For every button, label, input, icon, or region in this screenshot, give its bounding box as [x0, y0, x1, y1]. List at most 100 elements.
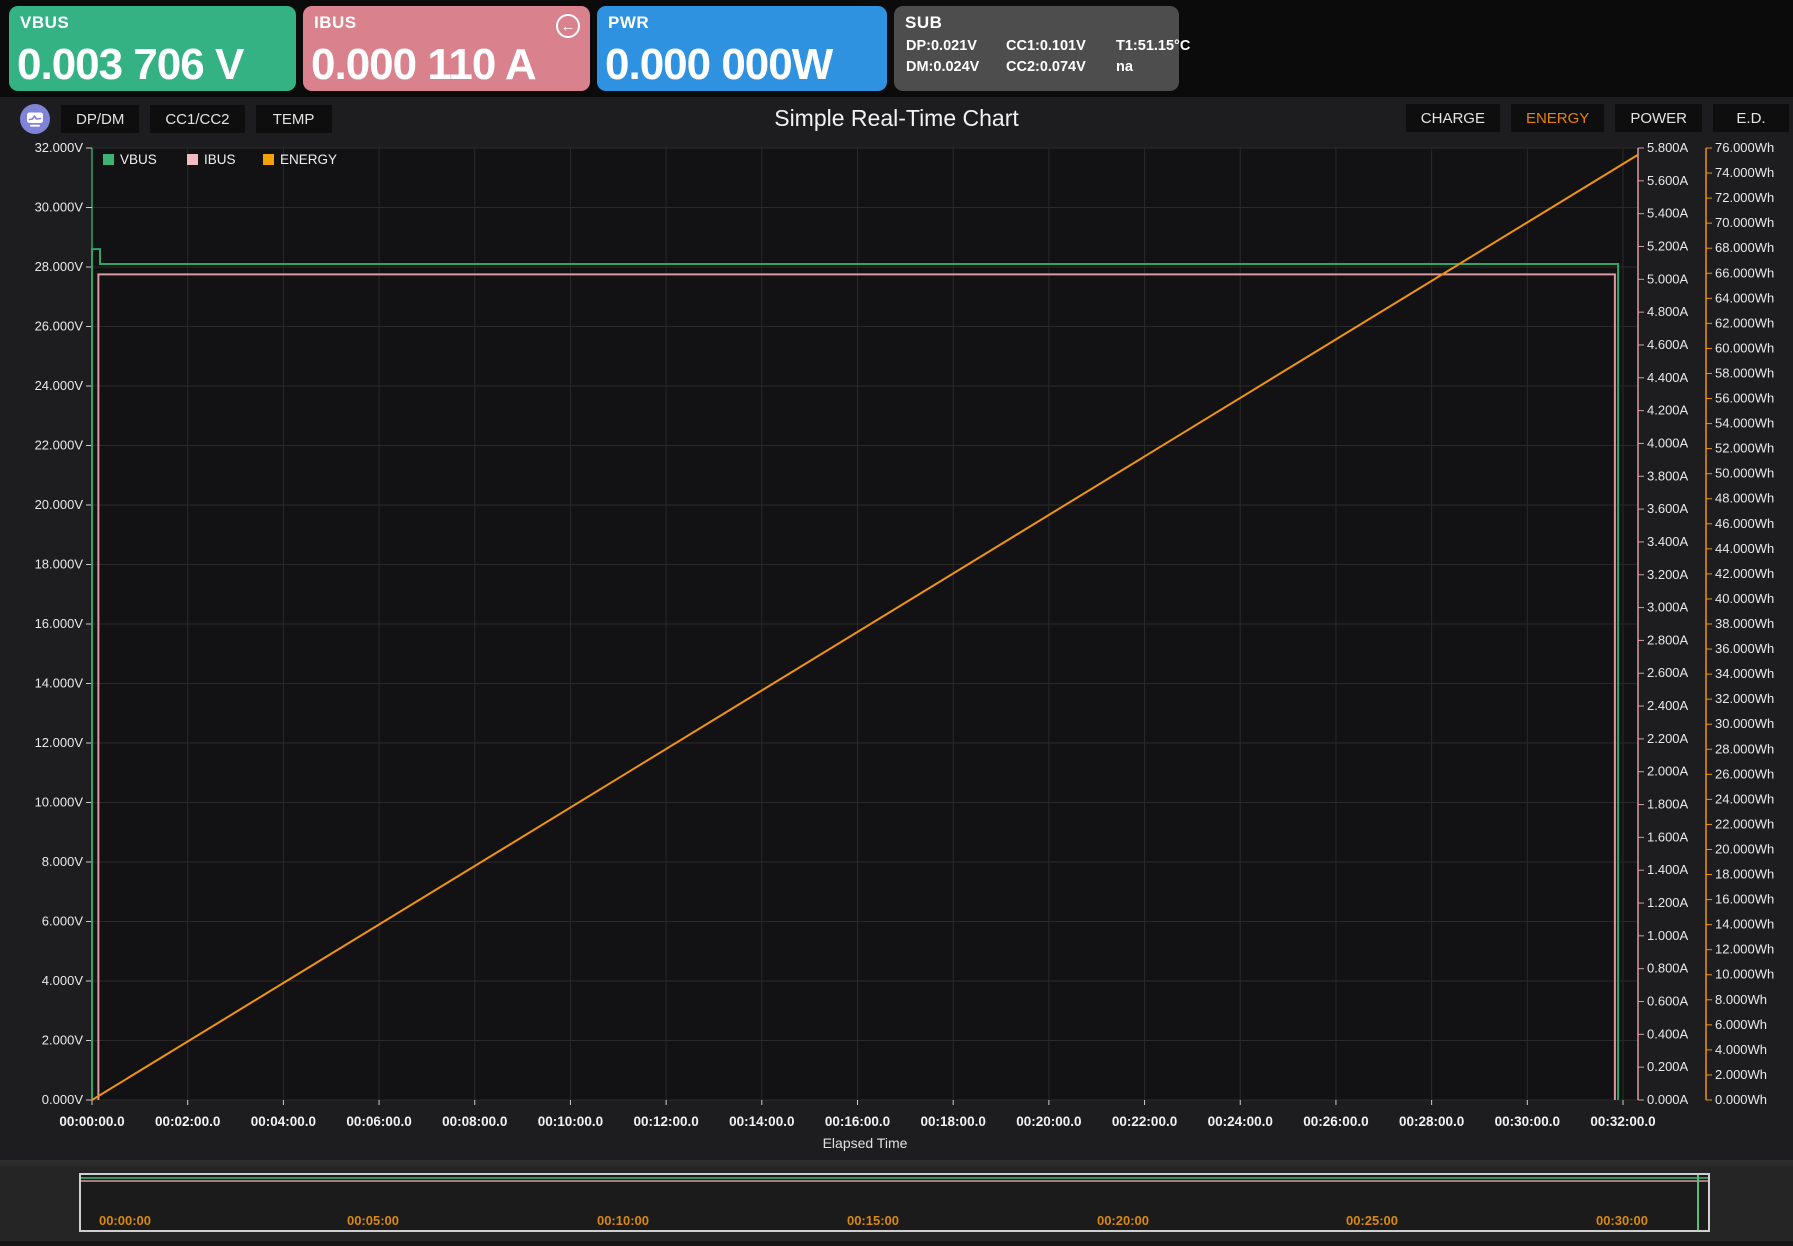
- svg-text:5.200A: 5.200A: [1647, 238, 1689, 253]
- svg-text:3.000A: 3.000A: [1647, 600, 1689, 615]
- tab-ed[interactable]: E.D.: [1713, 104, 1789, 132]
- svg-text:40.000Wh: 40.000Wh: [1715, 591, 1774, 606]
- pwr-panel: PWR 0.000 000W: [597, 6, 887, 91]
- minimap-ibus-trace: [81, 1180, 1708, 1182]
- svg-text:0.800A: 0.800A: [1647, 961, 1689, 976]
- svg-text:60.000Wh: 60.000Wh: [1715, 340, 1774, 355]
- svg-text:68.000Wh: 68.000Wh: [1715, 240, 1774, 255]
- svg-text:1.400A: 1.400A: [1647, 862, 1689, 877]
- svg-text:24.000V: 24.000V: [35, 378, 84, 393]
- timeline-minimap[interactable]: 00:00:0000:05:0000:10:0000:15:0000:20:00…: [79, 1173, 1710, 1232]
- svg-text:4.000A: 4.000A: [1647, 435, 1689, 450]
- svg-text:50.000Wh: 50.000Wh: [1715, 466, 1774, 481]
- sub-cc2: CC2:0.074V: [1006, 59, 1116, 75]
- svg-text:2.000A: 2.000A: [1647, 764, 1689, 779]
- svg-text:00:10:00.0: 00:10:00.0: [538, 1114, 603, 1129]
- svg-text:00:00:00.0: 00:00:00.0: [59, 1114, 124, 1129]
- svg-text:0.000A: 0.000A: [1647, 1092, 1689, 1107]
- svg-text:4.600A: 4.600A: [1647, 337, 1689, 352]
- svg-text:6.000Wh: 6.000Wh: [1715, 1017, 1767, 1032]
- svg-text:2.400A: 2.400A: [1647, 698, 1689, 713]
- svg-text:5.800A: 5.800A: [1647, 140, 1689, 155]
- svg-text:44.000Wh: 44.000Wh: [1715, 541, 1774, 556]
- svg-text:0.000Wh: 0.000Wh: [1715, 1092, 1767, 1107]
- svg-text:00:14:00.0: 00:14:00.0: [729, 1114, 794, 1129]
- svg-text:1.000A: 1.000A: [1647, 928, 1689, 943]
- tab-cc1cc2[interactable]: CC1/CC2: [150, 105, 244, 133]
- tab-temp[interactable]: TEMP: [256, 105, 332, 133]
- minimap-time-label: 00:30:00: [1596, 1213, 1648, 1228]
- minimap-time-label: 00:05:00: [347, 1213, 399, 1228]
- svg-text:76.000Wh: 76.000Wh: [1715, 140, 1774, 155]
- tab-charge[interactable]: CHARGE: [1406, 104, 1500, 132]
- minimap-band: 00:00:0000:05:0000:10:0000:15:0000:20:00…: [0, 1160, 1793, 1241]
- svg-text:4.200A: 4.200A: [1647, 403, 1689, 418]
- svg-text:0.200A: 0.200A: [1647, 1059, 1689, 1074]
- svg-text:66.000Wh: 66.000Wh: [1715, 265, 1774, 280]
- minimap-cursor[interactable]: [1697, 1175, 1699, 1230]
- tab-power[interactable]: POWER: [1615, 104, 1702, 132]
- svg-text:20.000V: 20.000V: [35, 497, 84, 512]
- toolbar: DP/DM CC1/CC2 TEMP Simple Real-Time Char…: [0, 97, 1793, 140]
- svg-text:2.800A: 2.800A: [1647, 632, 1689, 647]
- svg-text:62.000Wh: 62.000Wh: [1715, 315, 1774, 330]
- ibus-label: IBUS: [314, 13, 357, 33]
- svg-text:00:02:00.0: 00:02:00.0: [155, 1114, 220, 1129]
- minimap-time-label: 00:10:00: [597, 1213, 649, 1228]
- svg-text:00:22:00.0: 00:22:00.0: [1112, 1114, 1177, 1129]
- svg-text:4.000Wh: 4.000Wh: [1715, 1042, 1767, 1057]
- svg-text:54.000Wh: 54.000Wh: [1715, 416, 1774, 431]
- svg-text:18.000V: 18.000V: [35, 557, 84, 572]
- vbus-value: 0.003 706 V: [17, 40, 243, 90]
- svg-text:IBUS: IBUS: [204, 152, 236, 167]
- svg-text:2.000V: 2.000V: [42, 1033, 84, 1048]
- tab-energy[interactable]: ENERGY: [1511, 104, 1604, 132]
- svg-text:0.600A: 0.600A: [1647, 994, 1689, 1009]
- svg-text:14.000V: 14.000V: [35, 676, 84, 691]
- svg-text:3.200A: 3.200A: [1647, 567, 1689, 582]
- svg-text:00:26:00.0: 00:26:00.0: [1303, 1114, 1368, 1129]
- back-arrow-icon[interactable]: ←: [556, 14, 580, 38]
- svg-text:00:28:00.0: 00:28:00.0: [1399, 1114, 1464, 1129]
- svg-text:4.800A: 4.800A: [1647, 304, 1689, 319]
- svg-text:0.000V: 0.000V: [42, 1092, 84, 1107]
- tab-dpdm[interactable]: DP/DM: [61, 105, 139, 133]
- svg-text:6.000V: 6.000V: [42, 914, 84, 929]
- sub-cc1: CC1:0.101V: [1006, 38, 1116, 54]
- svg-text:10.000Wh: 10.000Wh: [1715, 967, 1774, 982]
- sub-dp: DP:0.021V: [906, 38, 1006, 54]
- svg-text:00:12:00.0: 00:12:00.0: [633, 1114, 698, 1129]
- svg-text:00:30:00.0: 00:30:00.0: [1495, 1114, 1560, 1129]
- sub-t2: na: [1116, 59, 1206, 75]
- svg-text:30.000Wh: 30.000Wh: [1715, 716, 1774, 731]
- realtime-chart[interactable]: 32.000V30.000V28.000V26.000V24.000V22.00…: [0, 140, 1793, 1160]
- svg-text:12.000Wh: 12.000Wh: [1715, 942, 1774, 957]
- svg-text:32.000Wh: 32.000Wh: [1715, 691, 1774, 706]
- chart-canvas[interactable]: 32.000V30.000V28.000V26.000V24.000V22.00…: [0, 140, 1793, 1160]
- sub-t1: T1:51.15°C: [1116, 38, 1206, 54]
- svg-text:52.000Wh: 52.000Wh: [1715, 441, 1774, 456]
- pwr-label: PWR: [608, 13, 649, 33]
- svg-text:00:06:00.0: 00:06:00.0: [346, 1114, 411, 1129]
- svg-text:5.000A: 5.000A: [1647, 271, 1689, 286]
- svg-text:28.000Wh: 28.000Wh: [1715, 741, 1774, 756]
- svg-text:12.000V: 12.000V: [35, 735, 84, 750]
- svg-text:56.000Wh: 56.000Wh: [1715, 391, 1774, 406]
- svg-text:32.000V: 32.000V: [35, 140, 84, 155]
- svg-text:20.000Wh: 20.000Wh: [1715, 841, 1774, 856]
- svg-text:8.000V: 8.000V: [42, 854, 84, 869]
- svg-text:Elapsed Time: Elapsed Time: [823, 1135, 908, 1151]
- svg-text:1.800A: 1.800A: [1647, 797, 1689, 812]
- svg-text:3.600A: 3.600A: [1647, 501, 1689, 516]
- svg-text:2.200A: 2.200A: [1647, 731, 1689, 746]
- page-title: Simple Real-Time Chart: [774, 105, 1019, 132]
- chart-app-icon[interactable]: [20, 104, 50, 134]
- svg-text:00:08:00.0: 00:08:00.0: [442, 1114, 507, 1129]
- sub-label: SUB: [905, 13, 942, 33]
- svg-text:5.400A: 5.400A: [1647, 206, 1689, 221]
- svg-text:48.000Wh: 48.000Wh: [1715, 491, 1774, 506]
- svg-text:2.000Wh: 2.000Wh: [1715, 1067, 1767, 1082]
- svg-text:72.000Wh: 72.000Wh: [1715, 190, 1774, 205]
- svg-text:36.000Wh: 36.000Wh: [1715, 641, 1774, 656]
- pwr-value: 0.000 000W: [605, 40, 832, 90]
